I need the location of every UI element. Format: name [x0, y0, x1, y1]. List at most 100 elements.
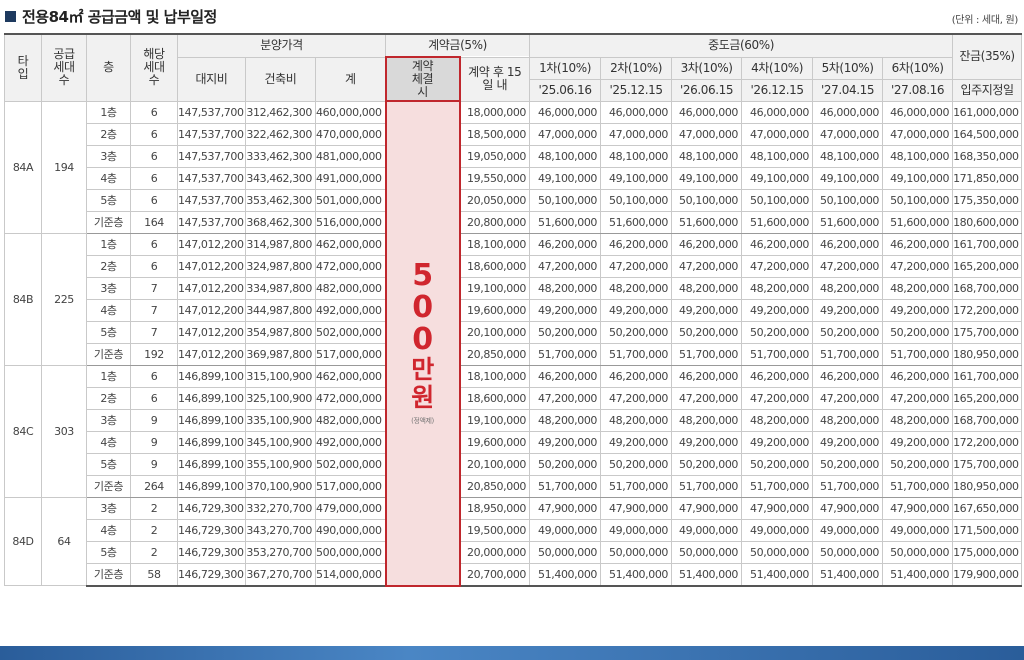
- contract-amount: 5 0 0 만 원 (정액제): [388, 260, 458, 426]
- installment-4-cell: 49,000,000: [741, 518, 814, 542]
- balance-cell: 161,000,000: [952, 100, 1023, 124]
- installment-3-cell: 50,200,000: [671, 452, 743, 476]
- total-price-cell: 490,000,000: [314, 518, 387, 542]
- installment-3-cell: 48,100,000: [671, 144, 743, 168]
- floor-units-cell: 6: [130, 144, 178, 168]
- total-price-cell: 470,000,000: [314, 122, 387, 146]
- header-floor: 층: [86, 33, 131, 102]
- installment-3-cell: 51,400,000: [671, 562, 743, 587]
- installment-5-cell: 49,000,000: [812, 518, 884, 542]
- header-installment-3: 3차(10%): [671, 56, 743, 80]
- installment-4-cell: 48,100,000: [741, 144, 814, 168]
- installment-4-cell: 47,200,000: [741, 386, 814, 410]
- building-price-cell: 315,100,900: [245, 364, 316, 388]
- header-building: 건축비: [245, 56, 316, 102]
- land-price-cell: 147,537,700: [177, 188, 246, 212]
- floor-cell: 기준층: [86, 210, 131, 234]
- floor-cell: 3층: [86, 496, 131, 520]
- balance-cell: 161,700,000: [952, 364, 1023, 388]
- contract-amount-unit: 만원: [411, 355, 434, 413]
- installment-1-cell: 51,700,000: [529, 474, 602, 498]
- building-price-cell: 325,100,900: [245, 386, 316, 410]
- floor-cell: 2층: [86, 386, 131, 410]
- header-within-15-days: 계약 후 15일 내: [459, 56, 531, 102]
- installment-5-cell: 49,200,000: [812, 298, 884, 322]
- installment-5-cell: 48,100,000: [812, 144, 884, 168]
- building-price-cell: 354,987,800: [245, 320, 316, 344]
- balance-cell: 175,700,000: [952, 452, 1023, 476]
- total-price-cell: 482,000,000: [314, 276, 387, 300]
- installment-3-cell: 47,900,000: [671, 496, 743, 520]
- header-floor-units: 해당세대수: [130, 33, 178, 102]
- page-title-text: 전용84㎡ 공급금액 및 납부일정: [22, 7, 217, 26]
- land-price-cell: 146,729,300: [177, 518, 246, 542]
- balance-cell: 165,200,000: [952, 386, 1023, 410]
- installment-2-cell: 51,400,000: [600, 562, 673, 587]
- total-price-cell: 482,000,000: [314, 408, 387, 432]
- total-price-cell: 501,000,000: [314, 188, 387, 212]
- installment-5-cell: 50,100,000: [812, 188, 884, 212]
- installment-5-cell: 47,900,000: [812, 496, 884, 520]
- deposit-15day-cell: 19,600,000: [459, 298, 531, 322]
- building-price-cell: 369,987,800: [245, 342, 316, 366]
- land-price-cell: 146,899,100: [177, 474, 246, 498]
- installment-3-cell: 49,200,000: [671, 430, 743, 454]
- installment-4-cell: 47,000,000: [741, 122, 814, 146]
- total-price-cell: 460,000,000: [314, 100, 387, 124]
- floor-cell: 1층: [86, 364, 131, 388]
- land-price-cell: 146,899,100: [177, 452, 246, 476]
- floor-units-cell: 6: [130, 188, 178, 212]
- table-row: 3층 9 146,899,100 335,100,900 482,000,000 19,1…: [5, 408, 1023, 432]
- floor-cell: 1층: [86, 232, 131, 256]
- installment-5-cell: 50,200,000: [812, 320, 884, 344]
- balance-cell: 171,850,000: [952, 166, 1023, 190]
- floor-units-cell: 2: [130, 518, 178, 542]
- installment-3-cell: 47,200,000: [671, 386, 743, 410]
- deposit-15day-cell: 19,050,000: [459, 144, 531, 168]
- contract-amount-cell: 5 0 0 만 원 (정액제): [384, 100, 461, 587]
- installment-1-cell: 48,200,000: [529, 408, 602, 432]
- deposit-15day-cell: 18,500,000: [459, 122, 531, 146]
- installment-2-cell: 48,100,000: [600, 144, 673, 168]
- floor-units-cell: 9: [130, 430, 178, 454]
- table-row: 84A 194 1층 6 147,537,700 312,462,300 460,000,0…: [4, 100, 1023, 587]
- building-price-cell: 370,100,900: [245, 474, 316, 498]
- installment-6-cell: 49,200,000: [882, 430, 954, 454]
- building-price-cell: 368,462,300: [245, 210, 316, 234]
- installment-5-cell: 49,200,000: [812, 430, 884, 454]
- installment-5-cell: 47,200,000: [812, 386, 884, 410]
- installment-2-cell: 49,000,000: [600, 518, 673, 542]
- floor-cell: 4층: [86, 430, 131, 454]
- floor-units-cell: 7: [130, 320, 178, 344]
- installment-2-cell: 51,600,000: [600, 210, 673, 234]
- installment-1-cell: 50,200,000: [529, 320, 602, 344]
- header-balance: 잔금(35%): [952, 33, 1023, 80]
- table-row: 2층 6 146,899,100 325,100,900 472,000,000 18,6…: [5, 386, 1023, 410]
- installment-2-cell: 47,200,000: [600, 254, 673, 278]
- deposit-15day-cell: 19,500,000: [459, 518, 531, 542]
- deposit-15day-cell: 20,100,000: [459, 452, 531, 476]
- contract-amount-note: (정액제): [411, 417, 434, 426]
- table-row: 5층 6 147,537,700 353,462,300 501,000,000 20,0…: [5, 188, 1023, 212]
- installment-1-cell: 46,200,000: [529, 232, 602, 256]
- floor-cell: 5층: [86, 188, 131, 212]
- building-price-cell: 322,462,300: [245, 122, 316, 146]
- installment-6-cell: 47,900,000: [882, 496, 954, 520]
- installment-5-cell: 47,200,000: [812, 254, 884, 278]
- table-row: 5층 7 147,012,200 354,987,800 502,000,000 20,1…: [5, 320, 1023, 344]
- building-price-cell: 335,100,900: [245, 408, 316, 432]
- land-price-cell: 146,729,300: [177, 562, 246, 587]
- installment-1-cell: 49,200,000: [529, 430, 602, 454]
- floor-cell: 기준층: [86, 474, 131, 498]
- deposit-15day-cell: 18,100,000: [459, 232, 531, 256]
- floor-cell: 2층: [86, 122, 131, 146]
- floor-cell: 5층: [86, 540, 131, 564]
- installment-4-cell: 48,200,000: [741, 408, 814, 432]
- installment-1-cell: 48,100,000: [529, 144, 602, 168]
- land-price-cell: 147,012,200: [177, 342, 246, 366]
- total-price-cell: 500,000,000: [314, 540, 387, 564]
- header-move-in: 입주지정일: [952, 78, 1023, 102]
- table-row: 84C 303 1층 6 146,899,100 315,100,900 462,000,0…: [4, 364, 1023, 498]
- installment-3-cell: 48,200,000: [671, 276, 743, 300]
- building-price-cell: 312,462,300: [245, 100, 316, 124]
